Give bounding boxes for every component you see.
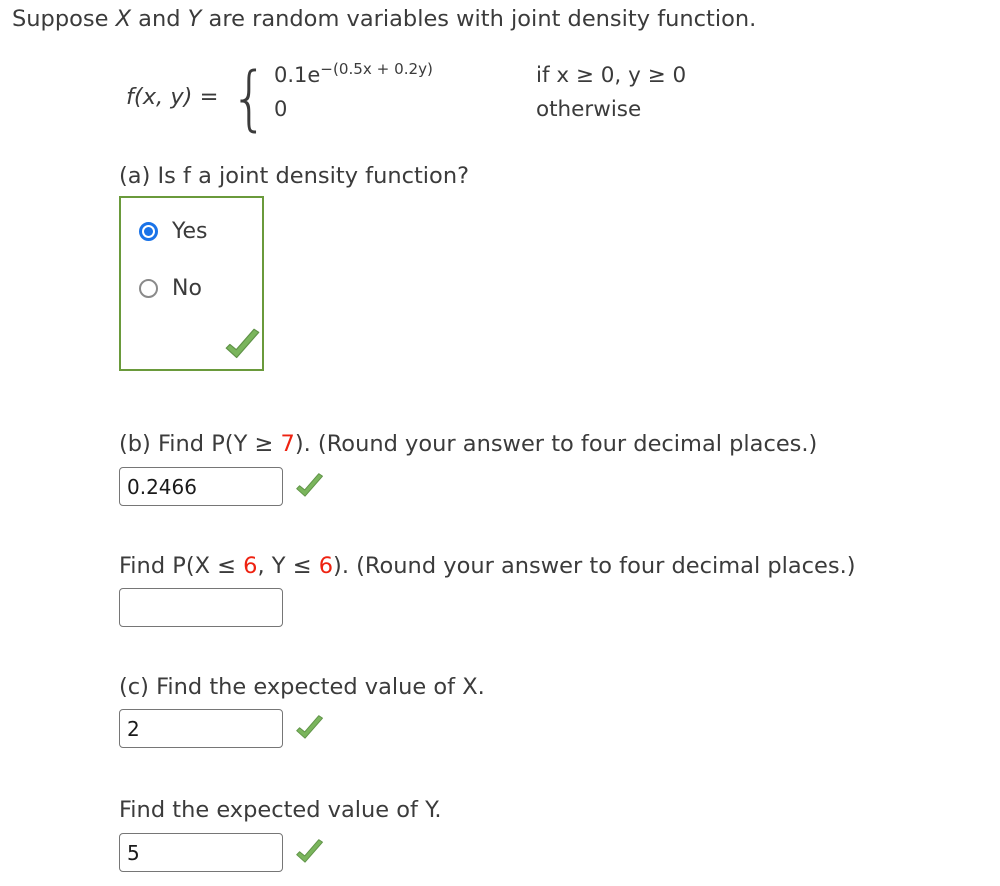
part-b2-highlight-number-1: 6 [243, 553, 258, 579]
formula-case-2-condition: otherwise [535, 97, 642, 122]
part-c-question-label: (c) Find the expected value of X. [119, 674, 485, 700]
problem-page: Suppose X and Y are random variables wit… [0, 0, 1000, 886]
part-b2-answer-input[interactable] [119, 588, 283, 627]
radio-option-yes[interactable]: Yes [139, 219, 208, 244]
formula-case-2-value: 0 [273, 97, 288, 121]
part-d-question-label: Find the expected value of Y. [119, 797, 442, 823]
part-b-label-suffix: ). (Round your answer to four decimal pl… [294, 431, 818, 457]
part-a-question-label: (a) Is f a joint density function? [119, 163, 470, 189]
intro-middle: and [131, 6, 188, 32]
formula-case-1-condition: if x ≥ 0, y ≥ 0 [535, 63, 687, 88]
part-b2-label-middle: , Y ≤ [257, 553, 319, 579]
formula-case-1-value: 0.1e−(0.5x + 0.2y) [273, 60, 536, 87]
formula-cases: 0.1e−(0.5x + 0.2y) if x ≥ 0, y ≥ 0 0 oth… [273, 60, 687, 131]
part-c-answer-input[interactable] [119, 709, 283, 748]
formula-case-row-2: 0 otherwise [274, 97, 686, 131]
part-b-question-label: (b) Find P(Y ≥ 7). (Round your answer to… [119, 431, 817, 458]
part-b2-question-label: Find P(X ≤ 6, Y ≤ 6). (Round your answer… [119, 553, 856, 580]
radio-option-no[interactable]: No [139, 276, 202, 301]
part-b-highlight-number: 7 [280, 431, 295, 457]
case-1-base: 0.1e [273, 63, 321, 87]
intro-variable-y: Y [187, 6, 202, 32]
part-b2-label-prefix: Find P(X ≤ [119, 553, 244, 579]
green-check-icon [293, 714, 327, 744]
intro-prefix: Suppose [12, 6, 116, 32]
radio-label-no: No [172, 276, 202, 301]
case-1-exponent: −(0.5x + 0.2y) [320, 60, 433, 78]
green-check-icon [293, 838, 327, 868]
radio-label-yes: Yes [172, 219, 208, 244]
part-b-label-prefix: (b) Find P(Y ≥ [119, 431, 281, 457]
part-b-answer-input[interactable] [119, 467, 283, 506]
intro-variable-x: X [115, 6, 132, 32]
problem-statement: Suppose X and Y are random variables wit… [12, 6, 756, 33]
radio-button-no-unselected-icon[interactable] [139, 279, 158, 298]
formula-case-row-1: 0.1e−(0.5x + 0.2y) if x ≥ 0, y ≥ 0 [273, 60, 687, 97]
part-b2-highlight-number-2: 6 [318, 553, 334, 579]
piecewise-density-formula: f(x, y) = { 0.1e−(0.5x + 0.2y) if x ≥ 0,… [126, 57, 687, 139]
green-check-icon [222, 327, 264, 365]
part-b2-label-suffix: ). (Round your answer to four decimal pl… [333, 553, 856, 579]
green-check-icon [293, 472, 327, 502]
intro-suffix: are random variables with joint density … [201, 6, 757, 32]
formula-left-hand-side: f(x, y) = [126, 84, 219, 110]
part-d-answer-input[interactable] [119, 833, 283, 872]
radio-button-yes-selected-icon[interactable] [139, 222, 158, 241]
